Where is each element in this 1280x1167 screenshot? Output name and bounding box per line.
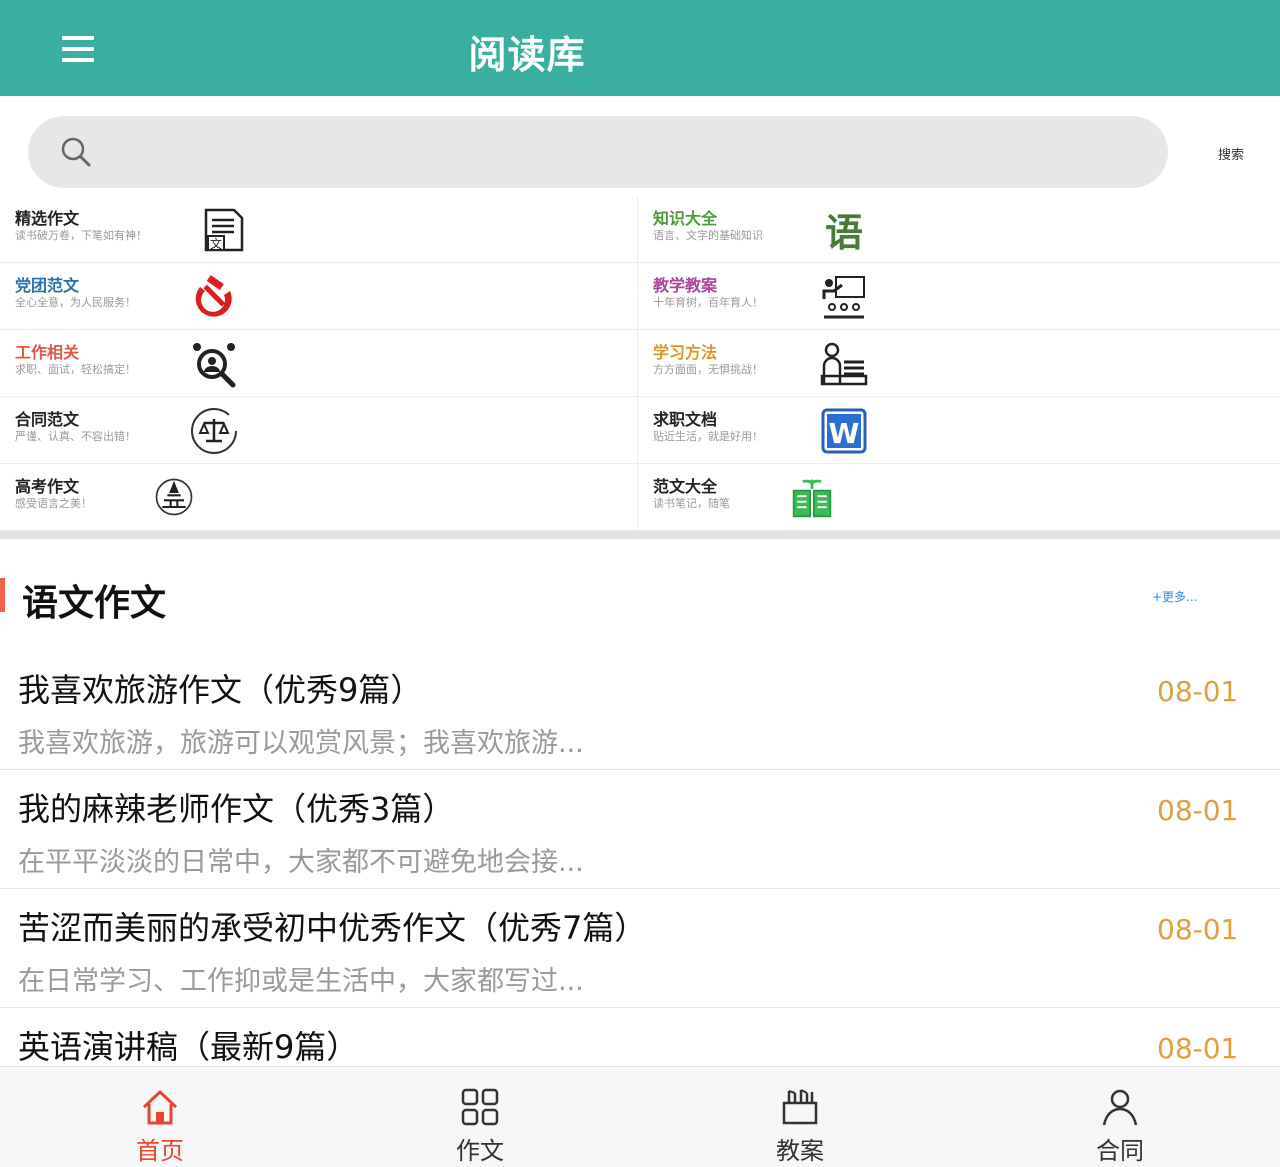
word-doc-icon: W [821,408,867,454]
category-title: 教学教案 [653,276,718,295]
category-title: 党团范文 [15,276,80,295]
svg-text:文: 文 [210,236,222,251]
category-grid: 精选作文 读书破万卷，下笔如有神！ 文 知识大全 语言、文字的基础知识 语 党团… [0,196,1280,531]
category-subtitle: 全心全意，为人民服务！ [15,296,136,309]
category-title: 合同范文 [15,410,80,429]
category-title: 精选作文 [15,209,80,228]
app-title: 阅读库 [468,33,586,77]
document-icon: 文 [204,208,244,252]
category-gaokao-zuowen[interactable]: 高考作文 感受语言之美！ [0,464,638,531]
bottom-tab-bar: 首页 作文 教案 合同 [0,1066,1280,1167]
tab-label: 合同 [1096,1137,1144,1165]
svg-text:W: W [829,417,860,450]
article-date: 08-01 [1157,913,1239,946]
home-icon [142,1090,178,1125]
tab-zuowen[interactable]: 作文 [320,1067,640,1167]
yu-character-icon: 语 [825,211,863,254]
college-exam-icon [155,478,193,516]
category-qiuzhi-wendang[interactable]: 求职文档 贴近生活，就是好用！ W [638,397,1280,464]
student-desk-icon [820,342,868,386]
article-title: 我的麻辣老师作文（优秀3篇） [18,790,455,828]
grid-icon [461,1088,499,1126]
search-bar[interactable] [28,116,1168,188]
article-item[interactable]: 苦涩而美丽的承受初中优秀作文（优秀7篇） 在日常学习、工作抑或是生活中，大家都写… [0,889,1280,1008]
pen-holder-icon [782,1089,818,1125]
tab-home[interactable]: 首页 [0,1067,320,1167]
tab-label: 教案 [776,1137,824,1165]
section-title: 语文作文 [22,583,167,624]
category-subtitle: 严谨、认真、不容出错！ [15,430,136,443]
job-search-icon [193,343,236,388]
article-title: 苦涩而美丽的承受初中优秀作文（优秀7篇） [18,909,647,947]
article-date: 08-01 [1157,675,1239,708]
category-title: 高考作文 [15,477,80,496]
app-header: 阅读库 [0,0,1280,96]
article-summary: 在平平淡淡的日常中，大家都不可避免地会接... [18,847,584,878]
article-summary: 我喜欢旅游，旅游可以观赏风景；我喜欢旅游... [18,728,584,759]
article-date: 08-01 [1157,1032,1239,1065]
category-fanwen-daquan[interactable]: 范文大全 读书笔记，随笔 [638,464,1280,531]
category-subtitle: 贴近生活，就是好用！ [653,430,763,443]
article-item[interactable]: 我喜欢旅游作文（优秀9篇） 我喜欢旅游，旅游可以观赏风景；我喜欢旅游... 08… [0,651,1280,770]
more-link[interactable]: +更多... [1152,588,1198,605]
category-hetong-fanwen[interactable]: 合同范文 严谨、认真、不容出错！ [0,397,638,464]
section-divider [0,531,1280,539]
search-button[interactable]: 搜索 [1218,144,1244,163]
category-jiaoxue-jiaoan[interactable]: 教学教案 十年育树，百年育人！ [638,263,1280,330]
category-jingxuan-zuowen[interactable]: 精选作文 读书破万卷，下笔如有神！ 文 [0,196,638,263]
article-date: 08-01 [1157,794,1239,827]
category-gongzuo-xiangguan[interactable]: 工作相关 求职、面试，轻松搞定！ [0,330,638,397]
search-input[interactable] [112,132,1142,172]
user-icon [1102,1089,1138,1126]
search-icon [61,137,91,167]
category-subtitle: 十年育树，百年育人！ [653,296,763,309]
sprout-book-icon [792,479,832,518]
article-title: 我喜欢旅游作文（优秀9篇） [18,671,423,709]
category-dangtuan-fanwen[interactable]: 党团范文 全心全意，为人民服务！ [0,263,638,330]
scales-icon [191,408,237,454]
category-title: 范文大全 [653,477,718,496]
section-accent-bar [0,578,5,612]
tab-label: 首页 [136,1137,184,1165]
tab-label: 作文 [456,1137,504,1165]
category-zhishi-daquan[interactable]: 知识大全 语言、文字的基础知识 语 [638,196,1280,263]
category-subtitle: 读书破万卷，下笔如有神！ [15,229,147,242]
category-title: 学习方法 [653,343,718,362]
category-title: 知识大全 [653,209,718,228]
category-subtitle: 读书笔记，随笔 [653,497,730,510]
category-title: 工作相关 [15,343,80,362]
tab-hetong[interactable]: 合同 [960,1067,1280,1167]
svg-text:语: 语 [825,211,863,254]
category-subtitle: 求职、面试，轻松搞定！ [15,363,136,376]
teacher-icon [822,276,865,319]
hammer-sickle-icon [195,275,232,317]
category-subtitle: 语言、文字的基础知识 [653,229,763,242]
category-subtitle: 方方面面，无惧挑战！ [653,363,763,376]
category-title: 求职文档 [653,410,718,429]
article-item[interactable]: 我的麻辣老师作文（优秀3篇） 在平平淡淡的日常中，大家都不可避免地会接... 0… [0,770,1280,889]
article-summary: 在日常学习、工作抑或是生活中，大家都写过... [18,966,584,997]
category-xuexi-fangfa[interactable]: 学习方法 方方面面，无惧挑战！ [638,330,1280,397]
article-title: 英语演讲稿（最新9篇） [18,1028,359,1066]
tab-jiaoan[interactable]: 教案 [640,1067,960,1167]
category-subtitle: 感受语言之美！ [15,497,92,510]
